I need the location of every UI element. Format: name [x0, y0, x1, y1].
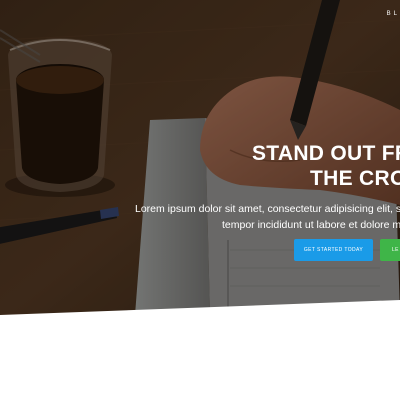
get-started-button[interactable]: GET STARTED TODAY [294, 239, 373, 261]
hero-bottom-divider [0, 300, 400, 400]
hero-subtitle-line2: tempor incididunt ut labore et dolore ma… [222, 219, 400, 231]
hero-title: STAND OUT FR THE CRO [248, 141, 400, 191]
hero-subtitle-line1: Lorem ipsum dolor sit amet, consectetur … [135, 203, 400, 215]
hero-section: BL STAND OUT FR THE CRO Lorem ipsum dolo… [0, 0, 400, 315]
landing-page: BL STAND OUT FR THE CRO Lorem ipsum dolo… [0, 0, 400, 400]
learn-more-button[interactable]: LE [380, 239, 400, 261]
nav-brand[interactable]: BL [387, 11, 400, 17]
hero-subtitle: Lorem ipsum dolor sit amet, consectetur … [135, 201, 400, 233]
hero-title-line2: THE CRO [310, 167, 400, 190]
hero-title-line1: STAND OUT FR [252, 142, 400, 165]
